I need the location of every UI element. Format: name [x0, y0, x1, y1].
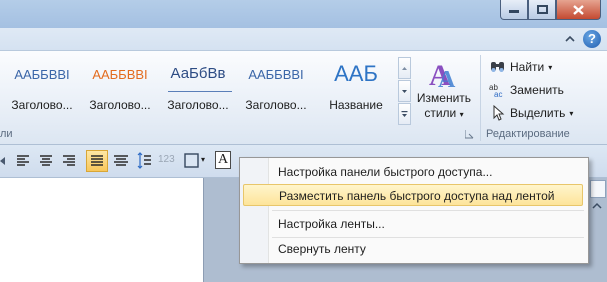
style-sample: ААББВВІ — [92, 67, 148, 82]
text-box-icon[interactable]: A — [215, 151, 231, 169]
dropdown-arrow-icon: ▾ — [569, 108, 574, 118]
align-right-icon[interactable] — [60, 152, 78, 170]
style-name: Заголово... — [167, 98, 229, 112]
menu-separator — [272, 210, 584, 211]
overflow-arrow-icon — [0, 157, 5, 165]
restore-button[interactable] — [528, 0, 556, 20]
ribbon: ААББВВІ Заголово... ААББВВІ Заголово... … — [0, 51, 607, 145]
change-styles-button[interactable]: A A Изменить стили ▾ — [413, 55, 475, 125]
collapse-ribbon-chevron-icon[interactable] — [563, 32, 577, 46]
menu-item-label: Разместить панель быстрого доступа над л… — [279, 189, 555, 203]
style-underline — [168, 91, 232, 92]
style-heading-3[interactable]: АаБбВв Заголово... — [160, 57, 236, 121]
justify-icon — [91, 155, 103, 166]
style-sample: ААБ — [334, 61, 378, 86]
minimize-icon — [509, 9, 519, 13]
styles-gallery: ААББВВІ Заголово... ААББВВІ Заголово... … — [0, 57, 397, 121]
editing-group-label: Редактирование — [486, 128, 570, 140]
replace-icon: abac — [489, 83, 502, 98]
menu-item-customize-ribbon[interactable]: Настройка ленты... — [243, 213, 583, 235]
minimize-button[interactable] — [500, 0, 528, 20]
change-styles-label-2: стили — [424, 106, 457, 120]
chevron-down-icon — [402, 90, 407, 93]
dropdown-arrow-icon: ▾ — [201, 155, 206, 164]
group-separator — [480, 55, 481, 141]
dialog-launcher-icon[interactable] — [465, 130, 474, 139]
help-icon[interactable]: ? — [583, 30, 601, 48]
numbering-label[interactable]: 123 — [158, 154, 175, 165]
ribbon-context-menu: Настройка панели быстрого доступа... Раз… — [239, 157, 589, 264]
menu-item-place-qat-above-ribbon[interactable]: Разместить панель быстрого доступа над л… — [243, 184, 583, 206]
style-sample: ААББВВІ — [248, 67, 304, 82]
replace-button[interactable]: ab ac Заменить — [489, 80, 564, 100]
style-sample: ААББВВІ — [14, 67, 70, 82]
style-name: Название — [329, 98, 383, 112]
select-label: Выделить — [510, 106, 566, 120]
select-button[interactable]: Выделить ▾ — [489, 103, 573, 123]
close-button[interactable] — [556, 0, 601, 20]
justify-button[interactable] — [86, 150, 108, 172]
distributed-align-icon[interactable] — [112, 152, 130, 170]
style-title[interactable]: ААБ Название — [316, 57, 396, 121]
find-button[interactable]: Найти ▾ — [489, 57, 552, 77]
style-heading-4[interactable]: ААББВВІ Заголово... — [238, 57, 314, 121]
style-heading-2[interactable]: ААББВВІ Заголово... — [82, 57, 158, 121]
style-heading-1[interactable]: ААББВВІ Заголово... — [4, 57, 80, 121]
style-sample: АаБбВв — [170, 65, 226, 82]
replace-label: Заменить — [510, 83, 564, 97]
title-bar — [0, 0, 607, 28]
restore-icon — [536, 5, 548, 14]
styles-group-label: ли — [0, 128, 13, 140]
find-label: Найти — [510, 60, 545, 74]
ruler-toggle-button[interactable] — [590, 180, 606, 198]
change-styles-icon: A A — [429, 59, 456, 91]
dropdown-arrow-icon: ▾ — [459, 110, 464, 119]
change-styles-label-1: Изменить — [416, 91, 472, 105]
menu-item-label: Настройка ленты... — [278, 217, 385, 231]
svg-text:ac: ac — [494, 90, 502, 98]
align-center-icon[interactable] — [37, 152, 55, 170]
gallery-more-button[interactable] — [398, 103, 411, 125]
style-name: Заголово... — [11, 98, 73, 112]
cursor-arrow-icon — [493, 105, 505, 121]
window-controls — [500, 0, 601, 20]
svg-text:A: A — [438, 67, 456, 91]
menu-item-customize-qat[interactable]: Настройка панели быстрого доступа... — [243, 161, 583, 183]
menu-item-minimize-ribbon[interactable]: Свернуть ленту — [243, 238, 583, 260]
dropdown-arrow-icon: ▾ — [548, 62, 553, 72]
binoculars-icon — [491, 62, 504, 72]
gallery-scroll-up-button[interactable] — [398, 57, 411, 79]
word-window: ? ААББВВІ Заголово... ААББВВІ Заголово..… — [0, 0, 607, 282]
borders-icon[interactable] — [183, 152, 201, 170]
style-name: Заголово... — [245, 98, 307, 112]
change-styles-label-2-wrap: стили ▾ — [413, 106, 475, 122]
scroll-up-icon[interactable] — [590, 199, 604, 213]
styles-gallery-scroll — [398, 57, 411, 125]
close-icon — [573, 4, 584, 15]
ribbon-tab-strip: ? — [0, 28, 607, 51]
more-icon — [401, 111, 408, 117]
document-page[interactable] — [0, 178, 204, 282]
menu-item-label: Настройка панели быстрого доступа... — [278, 165, 493, 179]
gallery-scroll-down-button[interactable] — [398, 80, 411, 102]
chevron-up-icon — [402, 67, 407, 70]
align-left-icon[interactable] — [14, 152, 32, 170]
menu-item-label: Свернуть ленту — [278, 242, 366, 256]
line-spacing-icon[interactable] — [135, 152, 153, 170]
style-name: Заголово... — [89, 98, 151, 112]
